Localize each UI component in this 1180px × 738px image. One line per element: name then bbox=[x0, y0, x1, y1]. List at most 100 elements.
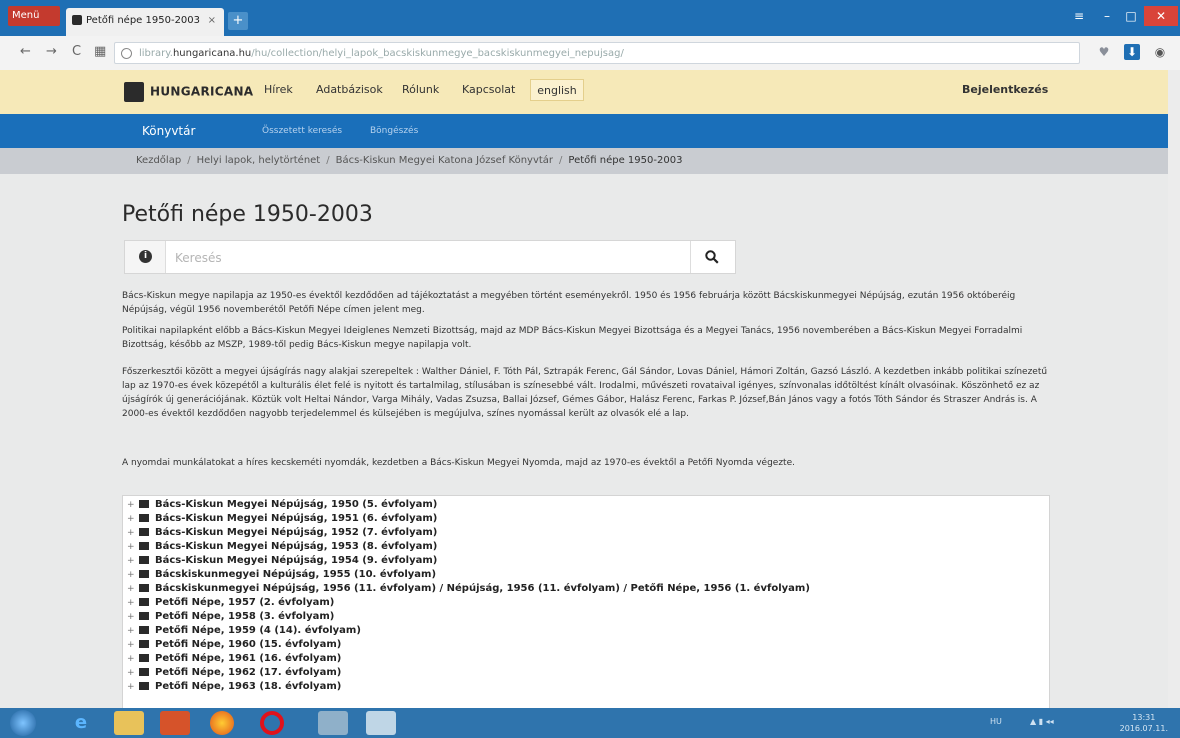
download-icon[interactable]: ⬇ bbox=[1124, 44, 1140, 60]
search-button[interactable] bbox=[690, 241, 735, 273]
expand-icon: + bbox=[127, 584, 135, 594]
tree-item[interactable]: + Petőfi Népe, 1960 (15. évfolyam) bbox=[127, 638, 341, 652]
tree-item[interactable]: + Bácskiskunmegyei Népújság, 1956 (11. év… bbox=[127, 582, 810, 596]
tree-item[interactable]: + Bács-Kiskun Megyei Népújság, 1950 (5. é… bbox=[127, 498, 437, 512]
search-input[interactable] bbox=[173, 247, 697, 269]
page-title: Petőfi népe 1950-2003 bbox=[122, 202, 373, 227]
description-paragraph-3: Főszerkesztői között a megyei újságírás … bbox=[122, 367, 1048, 419]
system-clock[interactable]: 13:31 2016.07.11. bbox=[1120, 712, 1168, 734]
expand-icon: + bbox=[127, 612, 135, 622]
tab-title: Petőfi népe 1950-2003 bbox=[86, 15, 201, 26]
browser-menu-button[interactable]: Menü bbox=[8, 6, 60, 26]
folder-icon bbox=[139, 626, 149, 634]
nav-kapcsolat[interactable]: Kapcsolat bbox=[462, 83, 515, 96]
folder-icon bbox=[139, 542, 149, 550]
advanced-search-link[interactable]: Összetett keresés bbox=[262, 126, 342, 136]
url-field[interactable]: library.hungaricana.hu/hu/collection/hel… bbox=[114, 42, 1080, 64]
favicon-icon bbox=[72, 15, 82, 25]
window-app-icon[interactable] bbox=[366, 711, 396, 735]
tree-item[interactable]: + Bács-Kiskun Megyei Népújság, 1952 (7. é… bbox=[127, 526, 437, 540]
heart-icon[interactable]: ♥ bbox=[1096, 44, 1112, 60]
logo-icon bbox=[124, 82, 144, 102]
language-indicator[interactable]: HU bbox=[990, 717, 1002, 726]
breadcrumb-local-papers[interactable]: Helyi lapok, helytörténet bbox=[197, 155, 321, 166]
expand-icon: + bbox=[127, 654, 135, 664]
url-path: /hu/collection/helyi_lapok_bacskiskunmeg… bbox=[251, 48, 624, 59]
new-tab-button[interactable]: + bbox=[228, 12, 248, 30]
taskbar: e HU ▲ ▮ ◂◂ 13:31 2016.07.11. bbox=[0, 708, 1180, 738]
site-logo[interactable]: HUNGARICANA bbox=[124, 82, 253, 102]
info-button[interactable]: i bbox=[125, 241, 166, 273]
back-icon[interactable]: ← bbox=[20, 44, 31, 59]
breadcrumb-home[interactable]: Kezdőlap bbox=[136, 155, 181, 166]
folder-icon bbox=[139, 500, 149, 508]
firefox-icon[interactable] bbox=[210, 711, 234, 735]
reload-icon[interactable]: C bbox=[72, 44, 81, 59]
tree-item[interactable]: + Petőfi Népe, 1957 (2. évfolyam) bbox=[127, 596, 334, 610]
description-paragraph-1: Bács-Kiskun megye napilapja az 1950-es é… bbox=[122, 291, 1016, 315]
tree-item[interactable]: + Bács-Kiskun Megyei Népújság, 1951 (6. é… bbox=[127, 512, 437, 526]
tabs-menu-icon[interactable]: ≡ bbox=[1066, 6, 1092, 26]
folder-icon bbox=[139, 514, 149, 522]
search-icon bbox=[705, 250, 719, 264]
browser-tab[interactable]: Petőfi népe 1950-2003 × bbox=[66, 8, 224, 36]
expand-icon: + bbox=[127, 626, 135, 636]
expand-icon: + bbox=[127, 570, 135, 580]
tree-item[interactable]: + Petőfi Népe, 1959 (4 (14). évfolyam) bbox=[127, 624, 361, 638]
volume-tree: + Bács-Kiskun Megyei Népújság, 1950 (5. é… bbox=[122, 495, 1050, 709]
tree-item[interactable]: + Bács-Kiskun Megyei Népújság, 1953 (8. é… bbox=[127, 540, 437, 554]
logo-text: HUNGARICANA bbox=[150, 84, 254, 99]
site-header: HUNGARICANA Hírek Adatbázisok Rólunk Kap… bbox=[0, 70, 1168, 114]
folder-icon bbox=[139, 668, 149, 676]
breadcrumb-library[interactable]: Bács-Kiskun Megyei Katona József Könyvtá… bbox=[336, 155, 553, 166]
tree-item[interactable]: + Petőfi Népe, 1958 (3. évfolyam) bbox=[127, 610, 334, 624]
browse-link[interactable]: Böngészés bbox=[370, 126, 418, 136]
security-icon bbox=[121, 48, 132, 59]
minimize-icon[interactable]: – bbox=[1094, 6, 1120, 26]
folder-icon bbox=[139, 682, 149, 690]
tree-item[interactable]: + Petőfi Népe, 1962 (17. évfolyam) bbox=[127, 666, 341, 680]
ie-icon[interactable]: e bbox=[66, 711, 96, 735]
nav-adatbazisok[interactable]: Adatbázisok bbox=[316, 83, 383, 96]
tree-item[interactable]: + Petőfi Népe, 1961 (16. évfolyam) bbox=[127, 652, 341, 666]
folder-icon bbox=[139, 556, 149, 564]
page-scrollbar[interactable] bbox=[1168, 70, 1180, 710]
url-prefix: library. bbox=[139, 48, 173, 59]
info-icon: i bbox=[139, 250, 152, 263]
account-icon[interactable]: ◉ bbox=[1152, 44, 1168, 60]
breadcrumb: Kezdőlap / Helyi lapok, helytörténet / Bács-… bbox=[0, 148, 1168, 174]
close-window-icon[interactable]: ✕ bbox=[1144, 6, 1178, 26]
folder-icon bbox=[139, 528, 149, 536]
clock-date: 2016.07.11. bbox=[1119, 724, 1168, 733]
tree-item[interactable]: + Petőfi Népe, 1963 (18. évfolyam) bbox=[127, 680, 341, 694]
expand-icon: + bbox=[127, 598, 135, 608]
folder-icon bbox=[139, 584, 149, 592]
start-button-icon[interactable] bbox=[10, 710, 36, 736]
breadcrumb-current: Petőfi népe 1950-2003 bbox=[568, 155, 683, 166]
expand-icon: + bbox=[127, 668, 135, 678]
language-english-button[interactable]: english bbox=[530, 79, 584, 101]
nav-rolunk[interactable]: Rólunk bbox=[402, 83, 439, 96]
browser-titlebar: Menü Petőfi népe 1950-2003 × + ≡ – □ ✕ bbox=[0, 0, 1180, 36]
folder-icon bbox=[139, 570, 149, 578]
expand-icon: + bbox=[127, 682, 135, 692]
login-link[interactable]: Bejelentkezés bbox=[962, 83, 1048, 96]
maximize-icon[interactable]: □ bbox=[1118, 6, 1144, 26]
tab-close-icon[interactable]: × bbox=[208, 8, 216, 34]
forward-icon[interactable]: → bbox=[46, 44, 57, 59]
expand-icon: + bbox=[127, 542, 135, 552]
expand-icon: + bbox=[127, 514, 135, 524]
nav-hirek[interactable]: Hírek bbox=[264, 83, 293, 96]
folder-icon bbox=[139, 654, 149, 662]
speed-dial-icon[interactable]: ▦ bbox=[94, 44, 106, 59]
expand-icon: + bbox=[127, 556, 135, 566]
tree-item[interactable]: + Bács-Kiskun Megyei Népújság, 1954 (9. é… bbox=[127, 554, 437, 568]
file-explorer-icon[interactable] bbox=[114, 711, 144, 735]
section-title[interactable]: Könyvtár bbox=[142, 124, 195, 138]
expand-icon: + bbox=[127, 528, 135, 538]
calculator-icon[interactable] bbox=[318, 711, 348, 735]
media-player-icon[interactable] bbox=[160, 711, 190, 735]
tree-item[interactable]: + Bácskiskunmegyei Népújság, 1955 (10. év… bbox=[127, 568, 436, 582]
tray-icons[interactable]: ▲ ▮ ◂◂ bbox=[1030, 717, 1054, 726]
opera-icon[interactable] bbox=[260, 711, 284, 735]
